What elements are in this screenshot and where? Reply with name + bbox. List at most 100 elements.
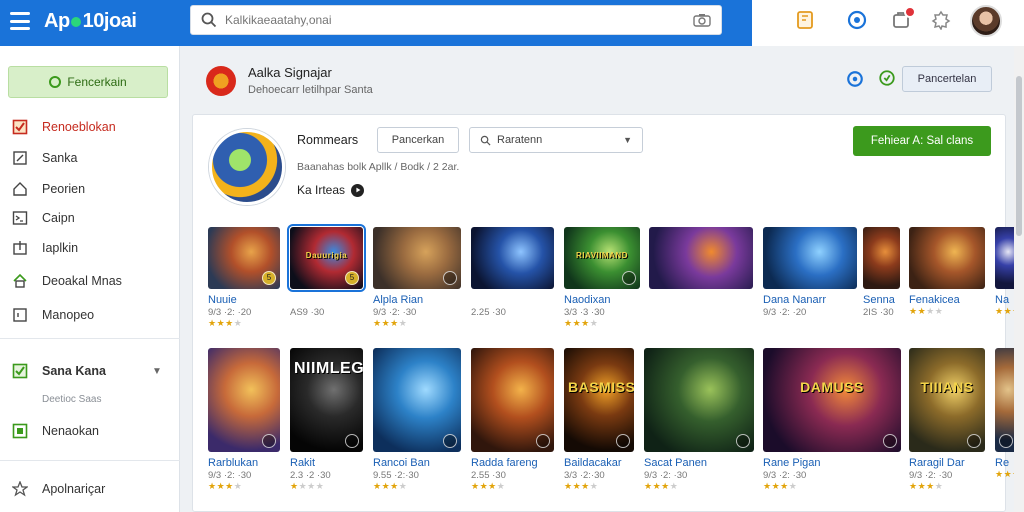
chevron-down-icon[interactable]: ▼ <box>152 366 162 377</box>
badge-icon <box>622 271 636 285</box>
search-input[interactable] <box>225 13 693 27</box>
bookmark-icon[interactable] <box>794 9 816 31</box>
sidebar-group-toggle[interactable]: Sana Kana <box>12 360 106 382</box>
app-tile[interactable]: Rancoi Ban 9.55 ·2:·30 ★★★★ <box>373 348 461 491</box>
rating-stars: ★★★★ <box>763 481 798 491</box>
app-tile-name[interactable]: Rarblukan <box>208 457 280 469</box>
app-tile[interactable]: 5 Nuuie 9/3 ·2: ·20 ★★★★ <box>208 227 280 328</box>
app-tile[interactable]: . <box>649 227 753 306</box>
sidebar-footer-item[interactable]: Apolnariçar <box>12 478 105 500</box>
app-tile[interactable]: Radda fareng 2.55 ·30 ★★★★ <box>471 348 554 491</box>
sidebar-item-5[interactable]: Deoakal Mnas <box>12 270 122 292</box>
app-tile[interactable]: BASMISS Baildacakar 3/3 ·2:·30 ★★★★ <box>564 348 634 491</box>
app-tile[interactable]: NIIMLEG Rakit 2.3 ·2 ·30 ★★★★ <box>290 348 363 491</box>
app-tile[interactable]: .2.25 ·30 <box>471 227 554 318</box>
avatar[interactable] <box>970 5 1002 37</box>
app-link[interactable]: Ka Irteas <box>297 183 365 197</box>
install-button[interactable]: Fehiear A: Sal clans <box>853 126 991 156</box>
app-thumbnail[interactable] <box>763 227 857 289</box>
app-thumbnail[interactable]: BASMISS <box>564 348 634 452</box>
app-tile-name[interactable]: Radda fareng <box>471 457 554 469</box>
badge-icon <box>262 434 276 448</box>
app-thumbnail[interactable]: TIIIANS <box>909 348 985 452</box>
filter-button[interactable]: Pancerkan <box>377 127 459 153</box>
app-thumbnail[interactable] <box>471 348 554 452</box>
notification-icon[interactable] <box>890 6 916 31</box>
settings-icon[interactable] <box>930 9 952 31</box>
sidebar-item-label: Deoakal Mnas <box>42 274 122 288</box>
sidebar-item-1[interactable]: Sanka <box>12 147 77 169</box>
app-thumbnail[interactable] <box>471 227 554 289</box>
rating-stars: ★★★★ <box>909 481 944 491</box>
app-tile-name[interactable]: Baildacakar <box>564 457 634 469</box>
sort-select[interactable]: Raratenn ▼ <box>469 127 643 153</box>
app-tile[interactable]: DAMUSS Rane Pigan 9/3 ·2: ·30 ★★★★ <box>763 348 901 491</box>
sidebar-item-label: Nenaokan <box>42 424 99 438</box>
app-tile-name[interactable]: Rane Pigan <box>763 457 901 469</box>
sidebar-item-3[interactable]: Caipn <box>12 207 75 229</box>
app-thumbnail[interactable]: DAMUSS <box>763 348 901 452</box>
app-tile-name[interactable]: Sacat Panen <box>644 457 754 469</box>
app-tile[interactable]: TIIIANS Raragil Dar 9/3 ·2: ·30 ★★★★ <box>909 348 985 491</box>
app-logo[interactable]: Ap 10joai <box>44 10 137 33</box>
app-tile-name[interactable]: Nuuie <box>208 294 280 306</box>
app-tile-name[interactable]: Fenakicea <box>909 294 985 306</box>
sidebar-item-6[interactable]: Manopeo <box>12 304 94 326</box>
app-tile[interactable]: Senna 2IS ·30 <box>863 227 900 318</box>
badge-icon <box>967 434 981 448</box>
app-tile[interactable]: Fenakicea ★★★★ <box>909 227 985 316</box>
scrollbar[interactable] <box>1014 46 1024 512</box>
sidebar-item-label: Peorien <box>42 182 86 196</box>
search-bar[interactable] <box>190 5 722 35</box>
app-tile[interactable]: Alpla Rian 9/3 ·2: ·30 ★★★★ <box>373 227 461 328</box>
app-thumbnail[interactable] <box>644 348 754 452</box>
app-tile-name[interactable]: Senna <box>863 294 900 306</box>
app-thumbnail[interactable]: 5 <box>208 227 280 289</box>
rating-stars: ★★★★ <box>373 481 408 491</box>
sidebar-primary-button[interactable]: Fencerkain <box>8 66 168 98</box>
app-tile-name[interactable]: Rakit <box>290 457 363 469</box>
sidebar-item-2[interactable]: Peorien <box>12 178 85 200</box>
checkbox-checked-icon <box>12 363 28 379</box>
divider <box>0 338 180 339</box>
sidebar-item-label: Manopeo <box>42 308 95 322</box>
app-thumbnail[interactable] <box>863 227 900 289</box>
app-tile-name[interactable]: Alpla Rian <box>373 294 461 306</box>
hamburger-icon[interactable] <box>10 12 30 30</box>
sidebar-item-0[interactable]: Renoeblokan <box>12 116 116 138</box>
app-thumbnail[interactable] <box>373 227 461 289</box>
app-tile-name[interactable]: Rancoi Ban <box>373 457 461 469</box>
app-tile-name[interactable]: Dana Nanarr <box>763 294 857 306</box>
app-thumbnail[interactable] <box>909 227 985 289</box>
camera-icon[interactable] <box>693 13 711 27</box>
badge-icon: 5 <box>262 271 276 285</box>
help-icon[interactable] <box>846 9 868 31</box>
app-tile[interactable]: RIAVIIMAND Naodixan 3/3 ·3 ·30 ★★★★ <box>564 227 640 328</box>
badge-icon <box>616 434 630 448</box>
check-circle-icon[interactable] <box>876 67 898 89</box>
help-icon[interactable] <box>844 68 866 90</box>
app-tile[interactable]: Dana Nanarr 9/3 ·2: ·20 <box>763 227 857 318</box>
home-icon <box>12 181 28 197</box>
app-tile[interactable]: Rarblukan 9/3 ·2: ·30 ★★★★ <box>208 348 280 491</box>
thumbnail-title: DAMUSS <box>800 379 864 396</box>
sidebar-item-extra[interactable]: Nenaokan <box>12 420 99 442</box>
app-tile[interactable]: Dauurigia5.AS9 ·30 <box>287 224 366 318</box>
app-tile-name[interactable]: Naodixan <box>564 294 640 306</box>
app-thumbnail[interactable]: Dauurigia 5 <box>287 224 366 292</box>
app-thumbnail[interactable]: NIIMLEG <box>290 348 363 452</box>
app-tile-size: 9/3 ·2: ·30 <box>208 470 252 481</box>
app-tile-name[interactable]: Raragil Dar <box>909 457 985 469</box>
app-tile[interactable]: Sacat Panen 9/3 ·2: ·30 ★★★★ <box>644 348 754 491</box>
app-thumbnail[interactable] <box>373 348 461 452</box>
app-thumbnail[interactable]: RIAVIIMAND <box>564 227 640 289</box>
play-icon <box>351 183 365 197</box>
logo-dot <box>70 16 81 27</box>
app-thumbnail[interactable] <box>208 348 280 452</box>
scrollbar-thumb[interactable] <box>1016 76 1022 236</box>
app-thumbnail[interactable] <box>649 227 753 289</box>
header-action-button[interactable]: Pancertelan <box>902 66 992 92</box>
sidebar-item-4[interactable]: Iaplkin <box>12 237 78 259</box>
badge-icon <box>345 434 359 448</box>
sidebar-item-label: Sanka <box>42 151 78 165</box>
